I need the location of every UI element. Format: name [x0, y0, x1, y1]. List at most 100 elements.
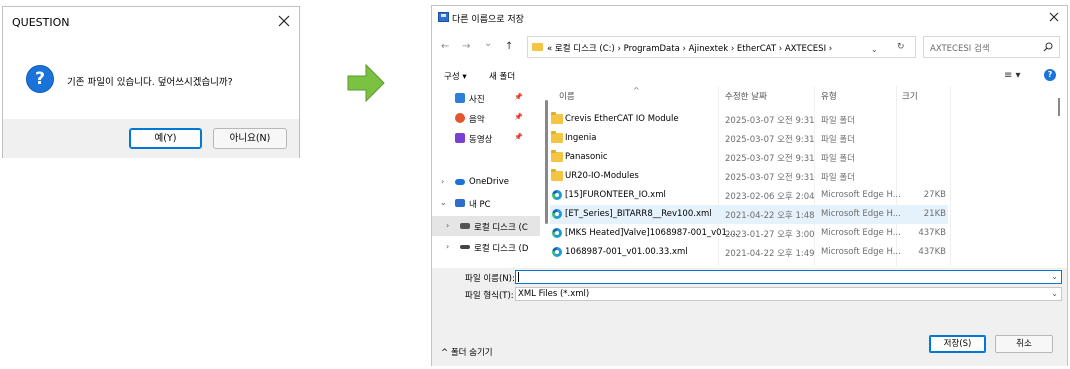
file-list-scrollbar[interactable]: [1056, 86, 1062, 266]
tree-item-label: 음악: [469, 115, 485, 125]
chevron-right-icon[interactable]: ›: [441, 177, 444, 186]
recent-locations-icon[interactable]: ⌄: [484, 38, 492, 49]
forward-icon[interactable]: →: [462, 41, 470, 52]
search-input[interactable]: AXTECESI 검색: [923, 36, 1060, 58]
question-message: 기존 파일이 있습니다. 덮어쓰시겠습니까?: [67, 77, 233, 88]
file-row[interactable]: Panasonic 2025-03-07 오전 9:31 파일 폴더: [550, 148, 948, 167]
file-type: Microsoft Edge H...: [821, 209, 901, 219]
toolbar: 구성 ▾ 새 폴더 ≡ ▾ ?: [432, 66, 1067, 86]
file-size: 437KB: [918, 247, 946, 257]
tree-item-label: 동영상: [469, 135, 493, 145]
file-row[interactable]: UR20-IO-Modules 2025-03-07 오전 9:31 파일 폴더: [550, 167, 948, 186]
dialog-footer: ^ 폴더 숨기기 저장(S) 취소: [432, 302, 1067, 366]
view-options-icon[interactable]: ≡ ▾: [1004, 70, 1021, 81]
file-date: 2025-03-07 오전 9:31: [725, 173, 815, 183]
chevron-down-icon[interactable]: ⌄: [440, 198, 447, 207]
question-dialog: QUESTION ? 기존 파일이 있습니다. 덮어쓰시겠습니까? 예(Y) 아…: [2, 6, 300, 158]
tree-item-label: 사진: [469, 95, 485, 105]
cancel-button[interactable]: 취소: [995, 335, 1053, 353]
file-name: [15]FURONTEER_IO.xml: [565, 190, 666, 200]
file-row[interactable]: [ET_Series]_BITARR8__Rev100.xml 2021-04-…: [550, 205, 948, 224]
text-cursor: [518, 272, 519, 282]
question-dialog-footer: 예(Y) 아니요(N): [3, 119, 299, 158]
drive-icon: [460, 223, 470, 229]
search-icon: [1043, 42, 1053, 52]
videos-icon: [455, 133, 465, 143]
computer-icon: [455, 199, 465, 207]
scrollbar-thumb[interactable]: [545, 100, 548, 224]
tree-item-drive-d[interactable]: › 로컬 디스크 (D: [432, 237, 540, 257]
file-row[interactable]: Crevis EtherCAT IO Module 2025-03-07 오전 …: [550, 110, 948, 129]
file-name: [ET_Series]_BITARR8__Rev100.xml: [565, 209, 712, 219]
refresh-icon[interactable]: ↻: [897, 42, 905, 52]
tree-item-drive-c[interactable]: › 로컬 디스크 (C: [432, 216, 540, 236]
filetype-select[interactable]: XML Files (*.xml) ⌄: [515, 287, 1062, 301]
address-bar[interactable]: « 로컬 디스크 (C:) › ProgramData › Ajinextek …: [527, 36, 916, 58]
file-name: [MKS Heated]Valve]1068987-001_v01....: [565, 228, 738, 238]
file-row[interactable]: [15]FURONTEER_IO.xml 2023-02-06 오후 2:04 …: [550, 186, 948, 205]
navigation-bar: ← → ⌄ ↑ « 로컬 디스크 (C:) › ProgramData › Aj…: [432, 36, 1067, 60]
column-divider[interactable]: [950, 86, 951, 266]
file-date: 2023-01-27 오후 3:00: [725, 230, 815, 240]
file-name: 1068987-001_v01.00.33.xml: [565, 247, 688, 257]
help-icon[interactable]: ?: [1044, 69, 1056, 81]
music-icon: [455, 113, 465, 123]
file-type: Microsoft Edge H...: [821, 228, 901, 238]
file-row[interactable]: [MKS Heated]Valve]1068987-001_v01.... 20…: [550, 224, 948, 243]
back-icon[interactable]: ←: [441, 41, 449, 52]
hide-folders-button[interactable]: ^ 폴더 숨기기: [441, 346, 493, 358]
file-name: Ingenia: [565, 133, 597, 143]
column-header-size[interactable]: 크기: [902, 90, 918, 108]
tree-item-label: 로컬 디스크 (C: [474, 223, 528, 233]
file-size: 27KB: [923, 190, 946, 200]
file-type: 파일 폴더: [821, 173, 855, 183]
filetype-label: 파일 형식(T):: [465, 291, 514, 301]
pin-icon: 📌: [514, 133, 523, 141]
file-row[interactable]: Ingenia 2025-03-07 오전 9:31 파일 폴더: [550, 129, 948, 148]
tree-item-music[interactable]: 음악 📌: [432, 108, 540, 128]
file-date: 2025-03-07 오전 9:31: [725, 116, 815, 126]
no-button[interactable]: 아니요(N): [213, 128, 287, 149]
edge-icon: [552, 190, 562, 200]
yes-button[interactable]: 예(Y): [129, 128, 202, 149]
up-icon[interactable]: ↑: [505, 41, 513, 52]
scrollbar-thumb[interactable]: [1058, 98, 1060, 116]
folder-icon: [551, 150, 563, 162]
organize-button[interactable]: 구성 ▾: [444, 70, 467, 82]
new-folder-button[interactable]: 새 폴더: [489, 70, 515, 82]
chevron-down-icon[interactable]: ⌄: [871, 45, 878, 54]
column-header-date[interactable]: 수정한 날짜: [725, 90, 767, 108]
file-type: 파일 폴더: [821, 154, 855, 164]
tree-item-this-pc[interactable]: ⌄ 내 PC: [432, 193, 540, 213]
file-name: Crevis EtherCAT IO Module: [565, 114, 679, 124]
column-header-name[interactable]: 이름 ^: [559, 86, 640, 108]
column-header-label: 이름: [559, 92, 575, 102]
search-placeholder: AXTECESI 검색: [930, 44, 990, 54]
question-dialog-body: ? 기존 파일이 있습니다. 덮어쓰시겠습니까?: [3, 37, 299, 119]
column-header-type[interactable]: 유형: [821, 90, 837, 108]
chevron-right-icon[interactable]: ›: [446, 221, 449, 230]
file-type: Microsoft Edge H...: [821, 190, 901, 200]
edge-icon: [552, 228, 562, 238]
save-button[interactable]: 저장(S): [929, 335, 986, 353]
edge-icon: [552, 247, 562, 257]
tree-scrollbar[interactable]: [544, 86, 549, 266]
chevron-down-icon[interactable]: ⌄: [1051, 272, 1058, 281]
filename-input[interactable]: ⌄: [515, 270, 1062, 284]
close-icon[interactable]: [275, 12, 293, 30]
chevron-down-icon[interactable]: ⌄: [1051, 289, 1058, 298]
file-name: UR20-IO-Modules: [565, 171, 639, 181]
close-icon[interactable]: [1048, 11, 1060, 23]
file-list: 이름 ^ 수정한 날짜 유형 크기 Crevis EtherCAT IO Mod…: [550, 86, 1064, 266]
tree-item-videos[interactable]: 동영상 📌: [432, 128, 540, 148]
file-date: 2021-04-22 오후 1:49: [725, 249, 815, 259]
tree-item-label: 내 PC: [469, 200, 491, 210]
navigation-tree: 사진 📌 음악 📌 동영상 📌 › OneDrive ⌄ 내 PC › 로컬 디…: [432, 86, 540, 266]
file-row[interactable]: 1068987-001_v01.00.33.xml 2021-04-22 오후 …: [550, 243, 948, 262]
chevron-right-icon[interactable]: ›: [446, 242, 449, 251]
pin-icon: 📌: [514, 113, 523, 121]
tree-item-onedrive[interactable]: › OneDrive: [432, 172, 540, 192]
filetype-value: XML Files (*.xml): [518, 289, 590, 299]
tree-item-pictures[interactable]: 사진 📌: [432, 88, 540, 108]
tree-item-label: 로컬 디스크 (D: [474, 244, 529, 254]
